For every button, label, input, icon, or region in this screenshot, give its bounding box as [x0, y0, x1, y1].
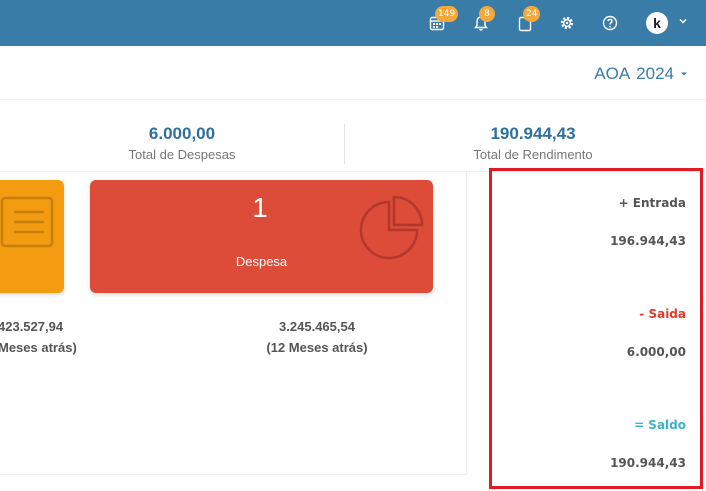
bell-badge: 8 [479, 6, 495, 22]
clipboard-badge: 24 [523, 6, 541, 22]
total-income-stat: 190.944,43 Total de Rendimento [448, 124, 618, 162]
question-circle-icon [602, 15, 618, 31]
history-right-label: (12 Meses atrás) [266, 340, 368, 355]
calendar-badge: 149 [435, 6, 459, 22]
total-expenses-value: 6.000,00 [148, 124, 216, 143]
bottom-divider [0, 474, 466, 475]
history-right: 3.245.465,54 (12 Meses atrás) [232, 316, 402, 358]
user-avatar[interactable]: k [646, 12, 668, 34]
stats-divider [344, 124, 345, 164]
documents-card[interactable] [0, 180, 64, 293]
saida-label: - Saida [639, 307, 686, 321]
history-left-label: Meses atrás) [0, 340, 77, 355]
document-list-icon [0, 196, 54, 248]
settings-button[interactable] [555, 12, 579, 34]
currency-label: AOA [594, 64, 631, 83]
entrada-value: 196.944,43 [610, 234, 686, 248]
history-left: 423.527,94 Meses atrás) [0, 316, 90, 358]
saldo-label: = Saldo [634, 418, 686, 432]
total-income-label: Total de Rendimento [473, 147, 593, 162]
total-income-value: 190.944,43 [490, 124, 576, 143]
entrada-label: + Entrada [618, 196, 686, 210]
totals-row: 6.000,00 Total de Despesas 190.944,43 To… [0, 100, 706, 172]
notifications-button[interactable]: 8 [469, 6, 495, 34]
total-expenses-label: Total de Despesas [128, 147, 236, 162]
balance-summary-panel: + Entrada 196.944,43 - Saida 6.000,00 = … [489, 168, 703, 489]
expense-count: 1 [252, 192, 268, 223]
avatar-letter: k [653, 15, 661, 31]
total-expenses-stat: 6.000,00 Total de Despesas [102, 124, 262, 162]
help-button[interactable] [598, 12, 622, 34]
history-left-value: 423.527,94 [0, 319, 64, 334]
top-navbar: 149 8 24 k [0, 0, 706, 46]
tasks-button[interactable]: 24 [513, 6, 541, 34]
saldo-value: 190.944,43 [610, 456, 686, 470]
year-label: 2024 [636, 64, 674, 83]
gear-icon [560, 16, 574, 30]
saida-value: 6.000,00 [626, 345, 686, 359]
pie-chart-icon [359, 195, 424, 260]
currency-year-select[interactable]: AOA 2024 [594, 64, 688, 84]
panel-divider [466, 172, 467, 474]
history-right-value: 3.245.465,54 [279, 319, 355, 334]
sub-header: AOA 2024 [0, 46, 706, 100]
expense-card[interactable]: 1 Despesa [90, 180, 433, 293]
chevron-down-icon[interactable] [678, 16, 688, 26]
caret-down-icon [681, 72, 687, 76]
calendar-notifications-button[interactable]: 149 [425, 6, 459, 34]
